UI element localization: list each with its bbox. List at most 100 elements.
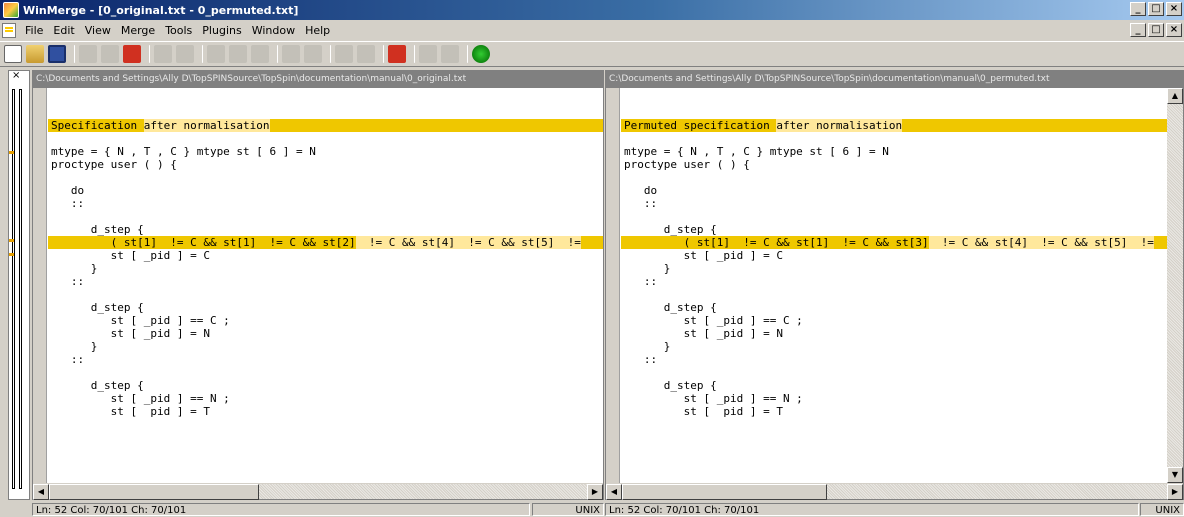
right-scroll-thumb[interactable] bbox=[622, 484, 827, 500]
code-line[interactable] bbox=[48, 366, 603, 379]
copy-all-left-icon[interactable] bbox=[357, 45, 375, 63]
child-minimize-button[interactable]: _ bbox=[1130, 23, 1146, 37]
save-icon[interactable] bbox=[48, 45, 66, 63]
location-pane[interactable]: × bbox=[8, 70, 30, 500]
vertical-scrollbar[interactable]: ▲ ▼ bbox=[1167, 88, 1183, 483]
code-line[interactable]: proctype user ( ) { bbox=[621, 158, 1167, 171]
code-line[interactable] bbox=[621, 171, 1167, 184]
diff-line[interactable]: ( st[1] != C && st[1] != C && st[2] != C… bbox=[48, 236, 603, 249]
current-diff-icon[interactable] bbox=[229, 45, 247, 63]
copy-right-icon[interactable] bbox=[282, 45, 300, 63]
right-horizontal-scrollbar[interactable]: ◀ ▶ bbox=[606, 483, 1183, 500]
minimize-button[interactable]: _ bbox=[1130, 2, 1146, 16]
code-line[interactable] bbox=[621, 132, 1167, 145]
open-folder-icon[interactable] bbox=[26, 45, 44, 63]
code-line[interactable]: } bbox=[621, 262, 1167, 275]
menu-file[interactable]: File bbox=[20, 24, 48, 37]
code-line[interactable]: :: bbox=[48, 197, 603, 210]
code-line[interactable] bbox=[48, 288, 603, 301]
code-line[interactable]: } bbox=[621, 340, 1167, 353]
scroll-right-arrow-icon[interactable]: ▶ bbox=[1167, 484, 1183, 500]
code-line[interactable]: d_step { bbox=[621, 379, 1167, 392]
scroll-left-arrow-icon[interactable]: ◀ bbox=[33, 484, 49, 500]
rescan-icon[interactable] bbox=[441, 45, 459, 63]
code-line[interactable]: :: bbox=[48, 353, 603, 366]
menu-edit[interactable]: Edit bbox=[48, 24, 79, 37]
code-line[interactable]: d_step { bbox=[621, 301, 1167, 314]
copy-all-right-icon[interactable] bbox=[335, 45, 353, 63]
code-line[interactable]: st [ _pid ] = C bbox=[48, 249, 603, 262]
code-line[interactable] bbox=[48, 171, 603, 184]
next-diff-icon[interactable] bbox=[154, 45, 172, 63]
redo-icon[interactable] bbox=[101, 45, 119, 63]
code-line[interactable]: do bbox=[621, 184, 1167, 197]
code-line[interactable]: :: bbox=[48, 275, 603, 288]
document-icon[interactable] bbox=[2, 23, 16, 38]
filter-icon[interactable] bbox=[123, 45, 141, 63]
new-file-icon[interactable] bbox=[4, 45, 22, 63]
scroll-right-arrow-icon[interactable]: ▶ bbox=[587, 484, 603, 500]
code-line[interactable]: :: bbox=[621, 197, 1167, 210]
code-line[interactable]: st [ _pid ] == N ; bbox=[48, 392, 603, 405]
scroll-up-arrow-icon[interactable]: ▲ bbox=[1167, 88, 1183, 104]
code-line[interactable]: } bbox=[48, 262, 603, 275]
scroll-down-arrow-icon[interactable]: ▼ bbox=[1167, 467, 1183, 483]
code-line[interactable]: mtype = { N , T , C } mtype st [ 6 ] = N bbox=[48, 145, 603, 158]
copy-left-icon[interactable] bbox=[304, 45, 322, 63]
code-line[interactable]: st [ pid ] = T bbox=[48, 405, 603, 418]
code-line[interactable]: do bbox=[48, 184, 603, 197]
edit-icon[interactable] bbox=[388, 45, 406, 63]
code-line[interactable]: st [ _pid ] == N ; bbox=[621, 392, 1167, 405]
code-line[interactable]: d_step { bbox=[48, 379, 603, 392]
code-line[interactable] bbox=[621, 288, 1167, 301]
diff-line[interactable]: Specification after normalisation bbox=[48, 119, 603, 132]
code-line[interactable]: mtype = { N , T , C } mtype st [ 6 ] = N bbox=[621, 145, 1167, 158]
code-line[interactable]: d_step { bbox=[621, 223, 1167, 236]
options-icon[interactable] bbox=[419, 45, 437, 63]
code-line[interactable]: st [ pid ] = T bbox=[621, 405, 1167, 418]
code-line[interactable] bbox=[48, 210, 603, 223]
diff-line[interactable]: Permuted specification after normalisati… bbox=[621, 119, 1167, 132]
code-line[interactable] bbox=[621, 106, 1167, 119]
menu-plugins[interactable]: Plugins bbox=[197, 24, 246, 37]
code-line[interactable] bbox=[48, 93, 603, 106]
left-scroll-thumb[interactable] bbox=[49, 484, 259, 500]
code-line[interactable]: st [ _pid ] == C ; bbox=[621, 314, 1167, 327]
code-line[interactable] bbox=[621, 210, 1167, 223]
scroll-left-arrow-icon[interactable]: ◀ bbox=[606, 484, 622, 500]
menu-tools[interactable]: Tools bbox=[160, 24, 197, 37]
code-line[interactable]: } bbox=[48, 340, 603, 353]
menu-help[interactable]: Help bbox=[300, 24, 335, 37]
prev-diff-icon[interactable] bbox=[176, 45, 194, 63]
code-line[interactable]: proctype user ( ) { bbox=[48, 158, 603, 171]
code-line[interactable] bbox=[621, 366, 1167, 379]
code-line[interactable]: d_step { bbox=[48, 301, 603, 314]
left-horizontal-scrollbar[interactable]: ◀ ▶ bbox=[33, 483, 603, 500]
menu-merge[interactable]: Merge bbox=[116, 24, 160, 37]
right-file-pane[interactable]: C:\Documents and Settings\Ally D\TopSPIN… bbox=[605, 70, 1184, 500]
code-line[interactable]: d_step { bbox=[48, 223, 603, 236]
diff-line[interactable]: ( st[1] != C && st[1] != C && st[3] != C… bbox=[621, 236, 1167, 249]
refresh-icon[interactable] bbox=[472, 45, 490, 63]
code-line[interactable]: :: bbox=[621, 275, 1167, 288]
last-diff-icon[interactable] bbox=[251, 45, 269, 63]
code-line[interactable] bbox=[48, 106, 603, 119]
menu-window[interactable]: Window bbox=[247, 24, 300, 37]
close-button[interactable]: × bbox=[1166, 2, 1182, 16]
right-text-area[interactable]: Permuted specification after normalisati… bbox=[621, 88, 1167, 483]
winmerge-app-icon[interactable] bbox=[3, 2, 19, 18]
left-file-pane[interactable]: C:\Documents and Settings\Ally D\TopSPIN… bbox=[32, 70, 604, 500]
maximize-button[interactable]: □ bbox=[1148, 2, 1164, 16]
left-text-area[interactable]: Specification after normalisation mtype =… bbox=[48, 88, 603, 483]
code-line[interactable]: st [ _pid ] == C ; bbox=[48, 314, 603, 327]
code-line[interactable]: :: bbox=[621, 353, 1167, 366]
child-restore-button[interactable]: □ bbox=[1148, 23, 1164, 37]
code-line[interactable] bbox=[48, 132, 603, 145]
menu-view[interactable]: View bbox=[80, 24, 116, 37]
code-line[interactable]: st [ _pid ] = N bbox=[621, 327, 1167, 340]
undo-icon[interactable] bbox=[79, 45, 97, 63]
code-line[interactable] bbox=[621, 93, 1167, 106]
code-line[interactable]: st [ _pid ] = N bbox=[48, 327, 603, 340]
close-location-pane-icon[interactable]: × bbox=[12, 70, 20, 81]
first-diff-icon[interactable] bbox=[207, 45, 225, 63]
